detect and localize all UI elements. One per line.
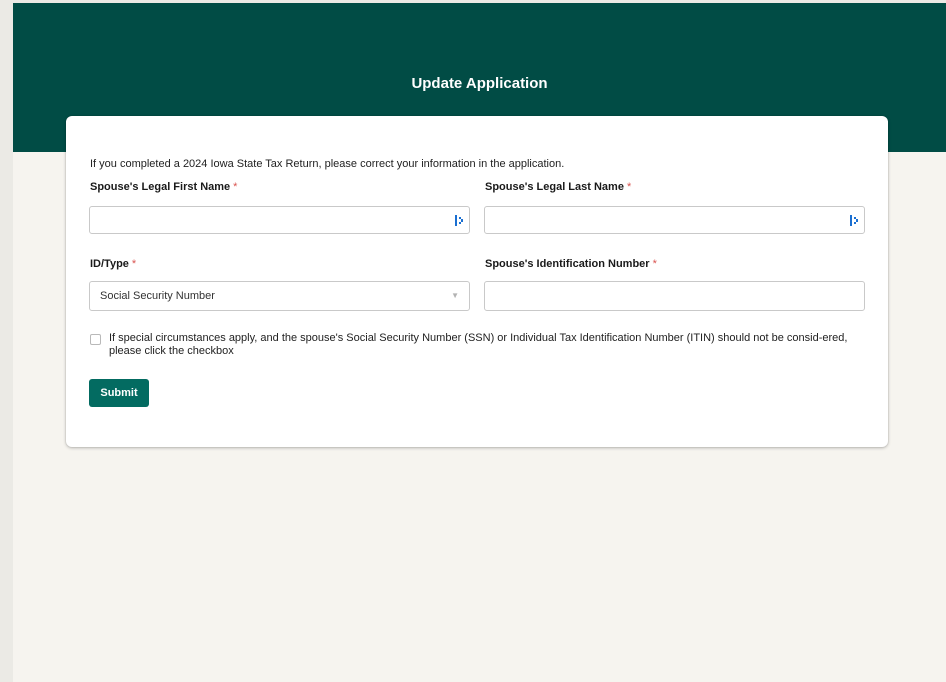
id-type-label: ID/Type * bbox=[90, 258, 136, 270]
last-name-field[interactable] bbox=[484, 206, 865, 234]
chevron-down-icon[interactable]: ▼ bbox=[451, 291, 459, 300]
special-circumstances-checkbox[interactable] bbox=[90, 334, 101, 345]
id-number-label: Spouse's Identification Number * bbox=[485, 258, 657, 270]
first-name-label-text: Spouse's Legal First Name bbox=[90, 181, 231, 193]
id-type-selected-value: Social Security Number bbox=[100, 290, 215, 302]
special-circumstances-label[interactable]: If special circumstances apply, and the … bbox=[109, 332, 869, 358]
id-number-label-text: Spouse's Identification Number bbox=[485, 258, 650, 270]
required-marker: * bbox=[131, 258, 137, 270]
intro-text: If you completed a 2024 Iowa State Tax R… bbox=[90, 158, 565, 170]
last-name-label: Spouse's Legal Last Name * bbox=[485, 181, 631, 193]
required-marker: * bbox=[626, 181, 632, 193]
id-type-select[interactable]: Social Security Number ▼ bbox=[89, 281, 470, 311]
form-card: If you completed a 2024 Iowa State Tax R… bbox=[66, 116, 888, 447]
page-title: Update Application bbox=[411, 75, 548, 92]
required-marker: * bbox=[652, 258, 657, 270]
id-number-input[interactable] bbox=[485, 282, 864, 310]
first-name-field[interactable] bbox=[89, 206, 470, 234]
page-background: Update Application If you completed a 20… bbox=[13, 3, 946, 682]
required-marker: * bbox=[233, 181, 238, 193]
autofill-icon[interactable] bbox=[455, 215, 464, 226]
submit-button[interactable]: Submit bbox=[89, 379, 149, 407]
id-type-label-text: ID/Type bbox=[90, 258, 129, 270]
last-name-input[interactable] bbox=[485, 207, 864, 233]
first-name-input[interactable] bbox=[90, 207, 469, 233]
id-number-field[interactable] bbox=[484, 281, 865, 311]
first-name-label: Spouse's Legal First Name * bbox=[90, 181, 237, 193]
last-name-label-text: Spouse's Legal Last Name bbox=[485, 181, 624, 193]
autofill-icon[interactable] bbox=[850, 215, 859, 226]
